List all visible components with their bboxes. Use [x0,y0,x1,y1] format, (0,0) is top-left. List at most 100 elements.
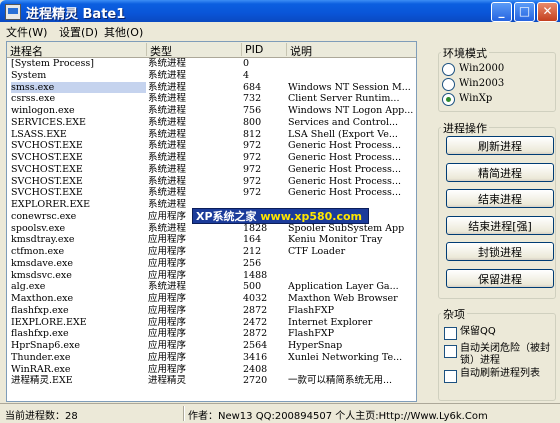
table-row[interactable]: SERVICES.EXE 系统进程 800 Services and Control.… [7,117,416,129]
force-end-process-button[interactable]: 结束进程[强] [446,216,554,235]
cell-type: 系统进程 [148,81,187,93]
keep-process-button[interactable]: 保留进程 [446,269,554,288]
table-row[interactable]: HprSnap6.exe 应用程序 2564 HyperSnap [7,340,416,352]
table-row[interactable]: smss.exe 系统进程 684 Windows NT Session M... [7,81,416,94]
table-row[interactable]: alg.exe 系统进程 500 Application Layer Ga... [7,281,416,293]
table-row[interactable]: flashfxp.exe 应用程序 2872 FlashFXP [7,305,416,317]
cell-type: 应用程序 [148,304,187,316]
cell-desc: Services and Control... [288,116,399,128]
table-row[interactable]: flashfxp.exe 应用程序 2872 FlashFXP [7,328,416,340]
list-header: 进程名 类型 PID 说明 [7,42,416,58]
cell-desc: Internet Explorer [288,316,373,328]
cell-name: System [11,69,47,81]
auto-refresh-checkbox[interactable] [444,370,457,383]
cell-name: flashfxp.exe [11,304,69,316]
table-row[interactable]: 进程精灵.EXE 进程精灵 2720 一款可以精简系统无用... [7,375,416,387]
keep-qq-checkbox[interactable] [444,327,457,340]
cell-type: 应用程序 [148,293,187,304]
table-row[interactable]: IEXPLORE.EXE 应用程序 2472 Internet Explorer [7,317,416,329]
cell-pid: 2408 [243,363,268,375]
cell-desc: 一款可以精简系统无用... [288,375,393,387]
cell-name: Thunder.exe [11,351,71,363]
cell-type: 系统进程 [148,163,187,175]
cell-type: 应用程序 [148,351,187,363]
menu-other[interactable]: 其他(O) [104,24,143,40]
table-row[interactable]: Maxthon.exe 应用程序 4032 Maxthon Web Browser [7,293,416,305]
table-row[interactable]: SVCHOST.EXE 系统进程 972 Generic Host Process..… [7,176,416,188]
block-process-button[interactable]: 封锁进程 [446,242,554,261]
cell-type: 系统进程 [148,128,187,140]
auto-close-danger-checkbox[interactable] [444,345,457,358]
table-row[interactable]: LSASS.EXE 系统进程 812 LSA Shell (Export Ve... [7,129,416,141]
table-row[interactable]: System 系统进程 4 [7,70,416,82]
cell-pid: 972 [243,175,262,187]
column-header-pid[interactable]: PID [242,43,287,56]
table-row[interactable]: SVCHOST.EXE 系统进程 972 Generic Host Process..… [7,187,416,199]
end-process-button[interactable]: 结束进程 [446,189,554,208]
cell-desc: Generic Host Process... [288,163,401,175]
radio-win2003[interactable] [442,78,455,91]
column-header-type[interactable]: 类型 [147,43,242,58]
cell-desc: Generic Host Process... [288,187,401,199]
cell-name: [System Process] [11,58,94,69]
radio-winxp[interactable] [442,93,455,106]
maximize-button[interactable]: □ [514,2,535,22]
cell-type: 应用程序 [148,234,187,246]
cell-type: 系统进程 [148,69,187,81]
menu-file[interactable]: 文件(W) [6,24,47,40]
watermark-banner: XP系统之家 www.xp580.com [192,208,369,224]
cell-desc: LSA Shell (Export Ve... [288,128,398,140]
table-row[interactable]: csrss.exe 系统进程 732 Client Server Runtim... [7,93,416,105]
cell-desc: CTF Loader [288,246,346,257]
app-window: 进程精灵 Bate1 _ □ ✕ 文件(W) 设置(D) 其他(O) 进程名 类… [0,0,560,422]
table-row[interactable]: WinRAR.exe 应用程序 2408 [7,364,416,376]
table-row[interactable]: SVCHOST.EXE 系统进程 972 Generic Host Process..… [7,140,416,152]
menu-settings[interactable]: 设置(D) [59,24,98,40]
cell-pid: 3416 [243,351,268,363]
table-row[interactable]: kmsdave.exe 应用程序 256 [7,258,416,270]
table-row[interactable]: SVCHOST.EXE 系统进程 972 Generic Host Process..… [7,164,416,176]
cell-pid: 756 [243,105,262,116]
cell-desc: HyperSnap [288,340,343,351]
cell-type: 系统进程 [148,93,187,105]
column-header-name[interactable]: 进程名 [7,43,147,58]
misc-label: 杂项 [441,306,467,322]
minimize-button[interactable]: _ [491,2,512,22]
cell-pid: 1488 [243,269,268,281]
cell-name: SVCHOST.EXE [11,187,83,199]
table-row[interactable]: Thunder.exe 应用程序 3416 Xunlei Networking Te.… [7,352,416,364]
column-header-desc[interactable]: 说明 [287,43,416,58]
radio-win2000[interactable] [442,63,455,76]
process-count-status: 当前进程数：28 [5,411,78,422]
app-icon [5,4,21,20]
table-row[interactable]: ctfmon.exe 应用程序 212 CTF Loader [7,246,416,258]
refresh-process-button[interactable]: 刷新进程 [446,136,554,155]
table-row[interactable]: SVCHOST.EXE 系统进程 972 Generic Host Process..… [7,152,416,164]
cell-desc: FlashFXP [288,328,335,340]
table-row[interactable]: kmsdtray.exe 应用程序 164 Keniu Monitor Tray [7,234,416,246]
cell-name: spoolsv.exe [11,222,66,234]
table-row[interactable]: [System Process] 系统进程 0 [7,58,416,70]
cell-desc: Keniu Monitor Tray [288,234,383,246]
title-bar[interactable]: 进程精灵 Bate1 _ □ ✕ [0,0,560,22]
table-row[interactable]: winlogon.exe 系统进程 756 Windows NT Logon App.… [7,105,416,117]
cell-type: 系统进程 [148,116,187,128]
cell-name: EXPLORER.EXE [11,199,91,210]
cell-pid: 2872 [243,328,268,340]
table-row[interactable]: kmsdsvc.exe 应用程序 1488 [7,270,416,282]
cell-name: conewrsc.exe [11,210,77,222]
cell-desc: Client Server Runtim... [288,93,400,105]
env-mode-label: 环境模式 [441,45,489,61]
cell-pid: 0 [243,58,250,69]
cell-name: smss.exe [11,81,146,94]
close-button[interactable]: ✕ [537,2,558,22]
cell-pid: 732 [243,93,262,105]
cell-name: kmsdtray.exe [11,234,75,246]
cell-pid: 812 [243,128,262,140]
cell-type: 进程精灵 [148,375,187,387]
trim-process-button[interactable]: 精简进程 [446,163,554,182]
radio-label-winxp: WinXp [459,93,493,104]
cell-pid: 2472 [243,316,268,328]
cell-type: 应用程序 [148,328,187,340]
cell-name: csrss.exe [11,93,56,105]
